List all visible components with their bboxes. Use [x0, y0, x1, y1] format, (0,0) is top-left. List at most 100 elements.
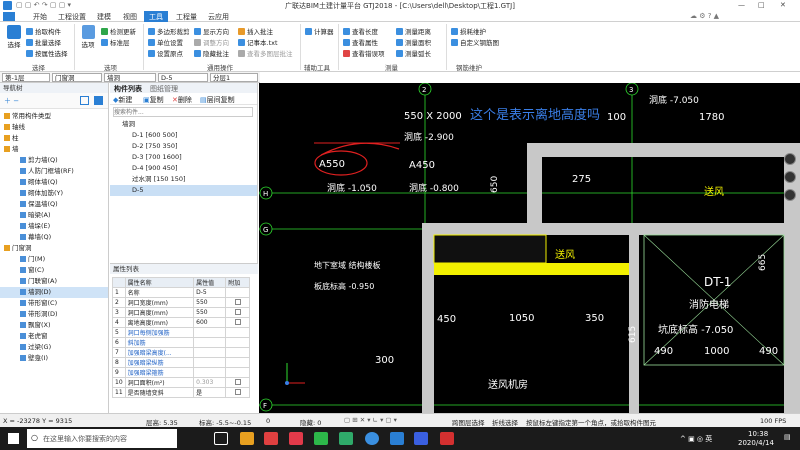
custom-rebar-button[interactable]: 自定义钢筋图	[451, 37, 499, 47]
attr-select-button[interactable]: 按属性选择	[26, 48, 68, 58]
category-select[interactable]: 门窗洞	[52, 73, 102, 82]
property-row[interactable]: 11 是否随墙变斜是	[112, 387, 250, 398]
batch-select-button[interactable]: 批量选择	[26, 37, 61, 47]
list-item[interactable]: D-5	[110, 185, 257, 196]
drawing-canvas[interactable]: 2 3 H G F 这个是表示离地高度吗 550 X 2000 洞底 -2.90…	[259, 83, 800, 413]
measure-arc-button[interactable]: 测量弧长	[396, 48, 431, 58]
list-root[interactable]: 墙洞	[110, 119, 257, 130]
layer-select[interactable]: 分层1	[210, 73, 258, 82]
player-app-icon[interactable]	[339, 432, 353, 445]
minimize-button[interactable]: —	[738, 1, 745, 9]
set-origin-button[interactable]: 设置原点	[148, 48, 183, 58]
nav-item[interactable]: 柱	[0, 133, 108, 144]
tab-quantity[interactable]: 工程量	[171, 12, 202, 22]
append-checkbox[interactable]	[225, 287, 250, 298]
notification-icon[interactable]: ▤	[784, 433, 791, 441]
tab-cloud[interactable]: 云应用	[203, 12, 234, 22]
append-checkbox[interactable]	[225, 337, 250, 348]
append-checkbox[interactable]	[225, 367, 250, 378]
property-row[interactable]: 3 洞口高度(mm) 550	[112, 307, 250, 318]
nav-item[interactable]: 墙	[0, 144, 108, 155]
gtj-app-icon[interactable]	[390, 432, 404, 445]
append-checkbox[interactable]	[225, 327, 250, 338]
list-item[interactable]: D-4 [900 450]	[110, 163, 257, 174]
check-attr-button[interactable]: 查看属性	[343, 37, 378, 47]
check-length-button[interactable]: 查看长度	[343, 26, 378, 36]
measure-area-button[interactable]: 测量面积	[396, 37, 431, 47]
std-layer-button[interactable]: 标准层	[101, 37, 130, 47]
nav-item[interactable]: 带形窗(C)	[0, 298, 108, 309]
task-view-icon[interactable]	[214, 432, 228, 445]
nav-item[interactable]: 墙洞(D)	[0, 287, 108, 298]
nav-item[interactable]: 墙垛(E)	[0, 221, 108, 232]
append-checkbox[interactable]	[225, 377, 250, 388]
append-checkbox[interactable]	[225, 357, 250, 368]
list-item[interactable]: D-3 [700 1600]	[110, 152, 257, 163]
add-icon[interactable]: ＋ −	[4, 96, 19, 106]
tab-modeling[interactable]: 建模	[92, 12, 116, 22]
wechat-icon[interactable]	[314, 432, 328, 445]
delete-button[interactable]: ✕删除	[172, 95, 192, 105]
nav-item[interactable]: 轴线	[0, 122, 108, 133]
nav-item[interactable]: 暗梁(A)	[0, 210, 108, 221]
snap-toolbar-icons[interactable]: ▢ ⊞ ✕ ▾ ∟ ▾ ▢ ▾	[344, 416, 397, 424]
nav-item[interactable]: 砌体加筋(Y)	[0, 188, 108, 199]
zoom-icon[interactable]	[784, 171, 796, 183]
property-row[interactable]: 10 洞口面积(m²) 0.303	[112, 377, 250, 388]
tab-project-settings[interactable]: 工程设置	[53, 12, 91, 22]
cross-layer-select-button[interactable]: 跨图层选择	[452, 417, 485, 427]
cad-app-icon[interactable]	[414, 432, 428, 445]
nav-item[interactable]: 常用构件类型	[0, 111, 108, 122]
property-row[interactable]: 8 加强暗梁纵筋	[112, 357, 250, 368]
nav-item[interactable]: 飘窗(X)	[0, 320, 108, 331]
nav-item[interactable]: 门联窗(A)	[0, 276, 108, 287]
img-note-button[interactable]: 查看多图层批注	[238, 48, 293, 58]
nav-item[interactable]: 老虎窗	[0, 331, 108, 342]
view-toggle-icon[interactable]	[80, 96, 89, 105]
polyline-select-button[interactable]: 折线选择	[492, 417, 518, 427]
notepad-button[interactable]: 记事本.txt	[238, 37, 278, 47]
red-app2-icon[interactable]	[440, 432, 454, 445]
calculator-button[interactable]: 计算器	[305, 26, 334, 36]
red-app-icon[interactable]	[264, 432, 278, 445]
append-checkbox[interactable]	[225, 297, 250, 308]
property-value[interactable]	[193, 357, 227, 368]
property-value[interactable]: 600	[193, 317, 227, 328]
layer-copy-button[interactable]: ▤层间复制	[200, 95, 235, 105]
close-button[interactable]: ✕	[780, 1, 786, 9]
menu-icon[interactable]	[3, 12, 15, 21]
show-dir-button[interactable]: 显示方向	[194, 26, 229, 36]
tv-app-icon[interactable]	[289, 432, 303, 445]
append-checkbox[interactable]	[225, 347, 250, 358]
property-value[interactable]	[193, 337, 227, 348]
property-value[interactable]	[193, 367, 227, 378]
browser-app-icon[interactable]	[365, 432, 379, 445]
nav-item[interactable]: 砌体墙(Q)	[0, 177, 108, 188]
options-button[interactable]: 选项	[79, 25, 97, 49]
property-row[interactable]: 7 加强暗梁高度(...	[112, 347, 250, 358]
pick-button[interactable]: 拾取构件	[26, 26, 61, 36]
append-checkbox[interactable]	[225, 387, 250, 398]
nav-item[interactable]: 人防门框墙(RF)	[0, 166, 108, 177]
property-row[interactable]: 5 洞口每侧加强筋	[112, 327, 250, 338]
type-select[interactable]: 墙洞	[104, 73, 156, 82]
maximize-button[interactable]: □	[758, 1, 765, 9]
cloud-icons[interactable]: ☁ ⚙ ? ▲	[690, 12, 719, 20]
nav-item[interactable]: 幕墙(Q)	[0, 232, 108, 243]
tab-tools[interactable]: 工具	[144, 11, 168, 22]
rebar-maint-button[interactable]: 损耗维护	[451, 26, 486, 36]
copy-button[interactable]: ▣复制	[143, 95, 164, 105]
poly-cut-button[interactable]: 多边形裁剪	[148, 26, 190, 36]
hide-note-button[interactable]: 隐藏批注	[194, 48, 229, 58]
nav-item[interactable]: 保温墙(Q)	[0, 199, 108, 210]
mail-app-icon[interactable]	[240, 432, 254, 445]
append-checkbox[interactable]	[225, 317, 250, 328]
check-error-button[interactable]: 查看错误项	[343, 48, 385, 58]
nav-item[interactable]: 窗(C)	[0, 265, 108, 276]
tab-view[interactable]: 视图	[118, 12, 142, 22]
property-value[interactable]: 550	[193, 297, 227, 308]
measure-dist-button[interactable]: 测量距离	[396, 26, 431, 36]
floor-select[interactable]: 第-1层	[2, 73, 50, 82]
property-row[interactable]: 6 斜加筋	[112, 337, 250, 348]
tab-start[interactable]: 开始	[28, 12, 52, 22]
